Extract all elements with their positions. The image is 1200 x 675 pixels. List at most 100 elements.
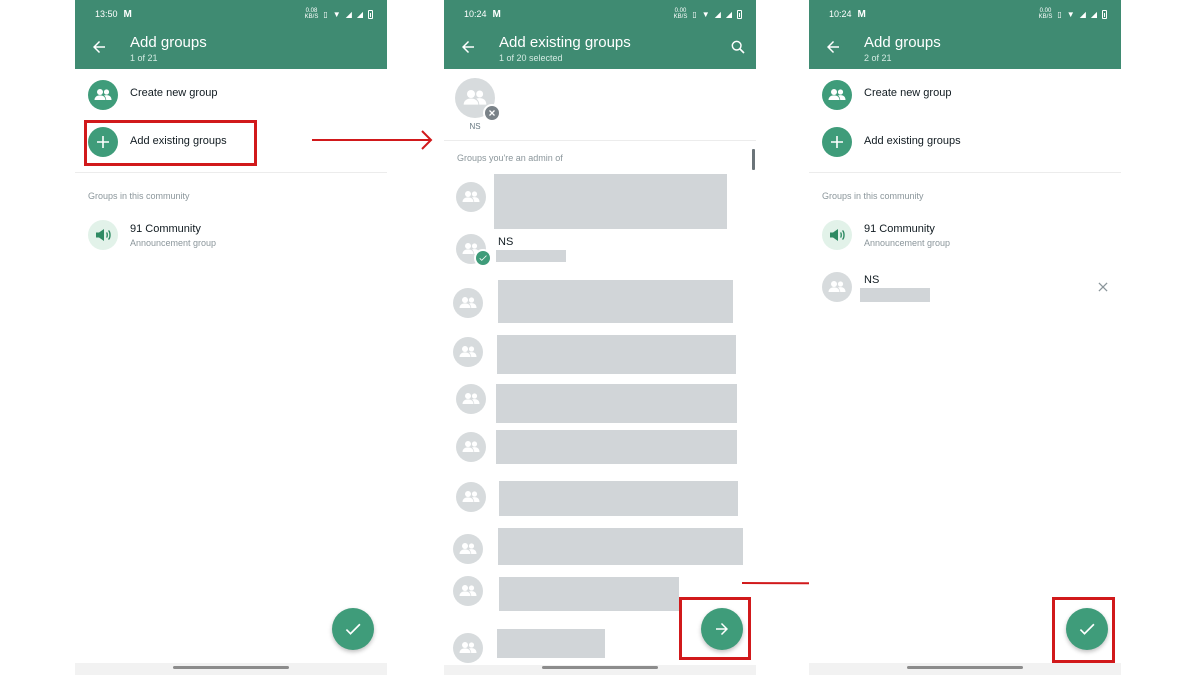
community-item[interactable]: 91 Community Announcement group [75,213,387,259]
navigation-area [444,665,756,675]
section-header: Groups in this community [822,191,924,201]
flow-arrow-right [312,130,433,150]
highlight-box [679,597,751,660]
back-button[interactable] [90,38,108,56]
redacted-block [498,528,743,565]
close-icon [489,110,495,116]
list-item[interactable] [444,430,756,476]
list-item[interactable] [444,280,756,326]
wifi-icon: ▼ [701,9,710,19]
redacted-block [499,577,679,611]
list-item[interactable] [444,384,756,430]
arrow-left-icon [93,41,105,53]
redacted-block [496,250,566,262]
vibrate-icon: ▯ [1057,9,1062,19]
community-item[interactable]: 91 Community Announcement group [809,213,1121,259]
redacted-block [498,280,733,323]
app-bar: 10:24 M 0.00 KB/S ▯ ▼ ◢ ◢ Add existing g… [444,0,756,69]
network-speed: 0.00 KB/S [1038,8,1053,20]
selected-check-badge [474,249,492,267]
home-indicator[interactable] [542,666,658,669]
people-icon [459,585,477,596]
search-button[interactable] [730,39,746,55]
divider [444,140,756,141]
home-indicator[interactable] [173,666,289,669]
group-avatar [456,482,486,512]
status-bar: 10:24 M 0.00 KB/S ▯ ▼ ◢ ◢ [464,7,742,21]
vibrate-icon: ▯ [692,9,697,19]
group-avatar [453,633,483,663]
navigation-area [75,663,387,675]
remove-group-button[interactable] [1096,280,1110,294]
add-existing-groups-item[interactable]: Add existing groups [809,119,1121,165]
group-name: NS [864,274,880,286]
list-item[interactable] [444,481,756,527]
list-item-selected[interactable]: NS [444,232,756,272]
signal-icon: ◢ [356,9,363,19]
screen-add-groups-1: 13:50 M 0.08 KB/S ▯ ▼ ◢ ◢ Add groups 1 o… [75,0,387,675]
signal-icon: ◢ [1090,9,1097,19]
redacted-block [860,288,930,302]
home-indicator[interactable] [907,666,1023,669]
close-icon [1098,282,1108,292]
page-subtitle: 1 of 20 selected [499,53,563,63]
app-bar: 10:24 M 0.00 KB/S ▯ ▼ ◢ ◢ Add groups 2 o… [809,0,1121,69]
community-name: 91 Community [130,223,201,235]
community-subtitle: Announcement group [864,238,951,248]
page-title: Add groups [130,34,207,51]
vibrate-icon: ▯ [323,9,328,19]
mail-notification-icon: M [857,8,866,20]
list-item[interactable] [444,528,756,574]
signal-icon: ◢ [725,9,732,19]
list-item[interactable] [444,335,756,381]
back-button[interactable] [824,38,842,56]
group-avatar [453,534,483,564]
group-avatar [453,576,483,606]
create-new-group-item[interactable]: Create new group [809,72,1121,118]
app-bar: 13:50 M 0.08 KB/S ▯ ▼ ◢ ◢ Add groups 1 o… [75,0,387,69]
redacted-block [499,481,738,516]
group-avatar [453,337,483,367]
announcement-avatar [822,220,852,250]
people-icon [459,297,477,308]
page-subtitle: 1 of 21 [130,53,158,63]
screen-add-groups-2: 10:24 M 0.00 KB/S ▯ ▼ ◢ ◢ Add groups 2 o… [809,0,1121,675]
arrow-left-icon [462,41,474,53]
create-new-group-item[interactable]: Create new group [75,72,387,118]
status-time: 10:24 [464,9,487,19]
network-speed: 0.00 KB/S [673,8,688,20]
list-item[interactable] [444,174,756,230]
people-icon [828,89,846,100]
people-icon [462,191,480,202]
search-icon [731,40,745,54]
highlight-box [1052,597,1115,663]
megaphone-icon [830,229,845,241]
people-icon [459,642,477,653]
navigation-area [809,663,1121,675]
community-subtitle: Announcement group [130,238,217,248]
group-name: NS [498,236,514,248]
remove-selected-button[interactable] [483,104,501,122]
selected-chip[interactable]: NS [455,78,501,134]
people-icon [828,281,846,292]
create-new-group-label: Create new group [864,87,952,99]
redacted-block [497,629,605,658]
community-name: 91 Community [864,223,935,235]
group-avatar [456,432,486,462]
check-icon [479,255,487,261]
highlight-box [84,120,257,166]
people-icon [462,393,480,404]
wifi-icon: ▼ [1066,9,1075,19]
network-speed: 0.08 KB/S [304,8,319,20]
confirm-fab[interactable] [332,608,374,650]
added-group-item[interactable]: NS [809,263,1121,309]
signal-icon: ◢ [345,9,352,19]
group-avatar [456,384,486,414]
page-title: Add existing groups [499,34,631,51]
people-icon [462,491,480,502]
announcement-avatar [88,220,118,250]
plus-icon [831,136,843,148]
scrollbar[interactable] [752,149,755,170]
back-button[interactable] [459,38,477,56]
screen-add-existing-groups: 10:24 M 0.00 KB/S ▯ ▼ ◢ ◢ Add existing g… [444,0,756,675]
